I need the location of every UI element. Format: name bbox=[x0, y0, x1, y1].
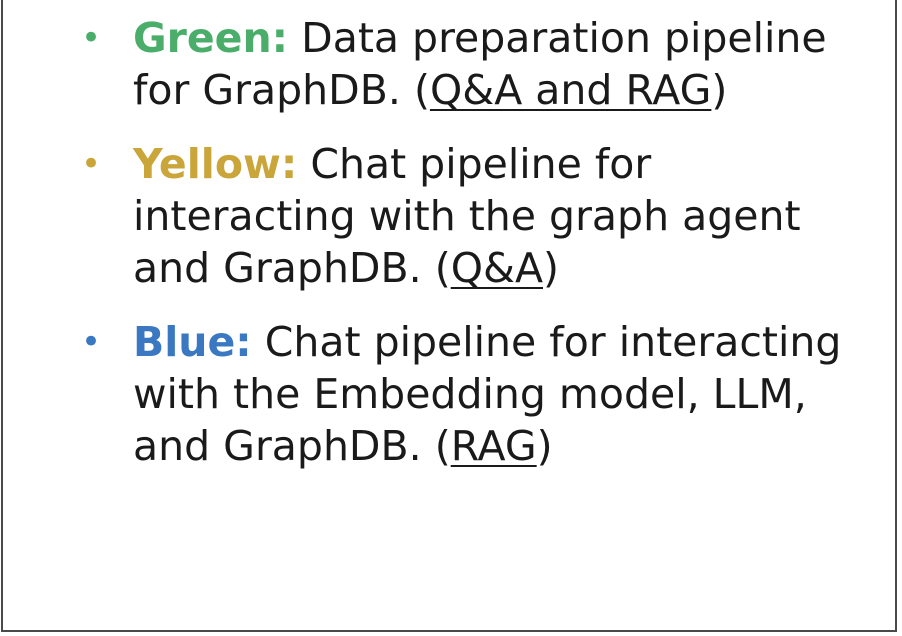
bullet-icon-yellow: • bbox=[81, 144, 102, 184]
paren-close-yellow: ) bbox=[543, 244, 560, 292]
paren-open-green: ( bbox=[413, 66, 430, 114]
list-item-yellow: • Yellow: Chat pipeline for interacting … bbox=[81, 138, 881, 294]
paren-open-yellow: ( bbox=[434, 244, 451, 292]
list-item-blue: • Blue: Chat pipeline for interacting wi… bbox=[81, 316, 881, 472]
slide-frame: • Green: Data preparation pipeline for G… bbox=[1, 0, 897, 632]
paren-close-blue: ) bbox=[536, 422, 553, 470]
list-item-green: • Green: Data preparation pipeline for G… bbox=[81, 12, 881, 116]
label-blue: Blue: bbox=[133, 318, 252, 366]
label-green: Green: bbox=[133, 14, 289, 62]
paren-open-blue: ( bbox=[434, 422, 451, 470]
link-green[interactable]: Q&A and RAG bbox=[430, 66, 711, 114]
label-yellow: Yellow: bbox=[133, 140, 298, 188]
link-yellow[interactable]: Q&A bbox=[451, 244, 543, 292]
bullet-icon-green: • bbox=[81, 18, 102, 58]
link-blue[interactable]: RAG bbox=[451, 422, 537, 470]
paren-close-green: ) bbox=[711, 66, 728, 114]
pipeline-list: • Green: Data preparation pipeline for G… bbox=[81, 12, 881, 494]
bullet-icon-blue: • bbox=[81, 322, 102, 362]
